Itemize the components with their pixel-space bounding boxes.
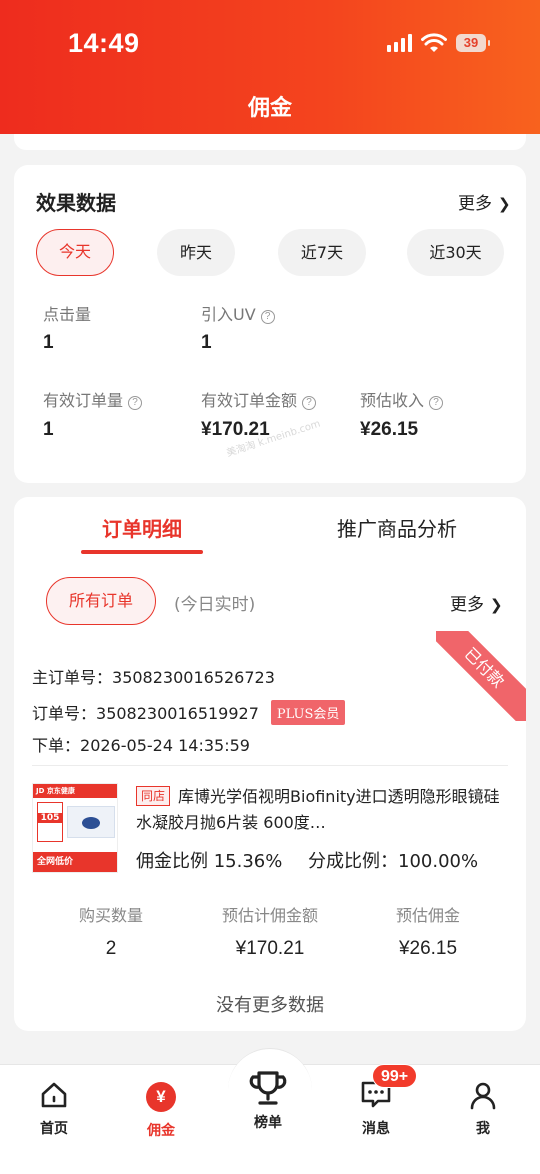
realtime-note: (今日实时) [174,595,256,615]
orders-more-label: 更多 [450,595,484,615]
battery-icon: 39 [456,34,490,52]
nav-me[interactable]: 我 [443,1080,523,1138]
chevron-right-icon: ❯ [498,195,511,213]
nav-label-home: 首页 [40,1121,68,1137]
tab-underline [81,550,203,554]
nav-commission[interactable]: ¥ 佣金 [121,1080,201,1140]
stat-value-quantity: 2 [105,938,117,959]
metric-value-uv: 1 [201,332,212,353]
metric-value-orders: 1 [43,419,54,440]
effect-more-link[interactable]: 更多 ❯ [458,189,511,214]
metric-label-income: 预估收入? [360,387,444,411]
metric-label-orders: 有效订单量? [43,387,143,411]
store-tag: 同店 [136,786,171,806]
chip-30days[interactable]: 近30天 [407,229,504,276]
placed-row: 下单：2026-05-24 14:35:59 [32,732,250,756]
help-icon[interactable]: ? [128,396,143,410]
thumb-price-box: 105 [37,802,63,842]
order-number: 3508230016519927 [96,704,259,723]
trophy-icon [249,1071,287,1105]
help-icon[interactable]: ? [260,310,275,324]
nav-label-commission: 佣金 [147,1123,175,1139]
orders-more-link[interactable]: 更多 ❯ [450,590,503,615]
commission-rate: 佣金比例 15.36% [136,851,283,872]
placed-time: 2026-05-24 14:35:59 [80,736,250,755]
unread-badge: 99+ [372,1064,418,1088]
product-thumbnail[interactable]: JD 京东健康 105 全网低价 [32,783,118,873]
main-order-row: 主订单号：3508230016526723 [32,664,275,688]
chip-7days[interactable]: 近7天 [278,229,366,276]
nav-messages[interactable]: 消息 [336,1080,416,1138]
plus-member-badge: PLUS会员 [270,700,346,725]
help-icon[interactable]: ? [429,396,444,410]
thumb-slogan: 全网低价 [33,852,117,872]
help-icon[interactable]: ? [302,396,317,410]
nav-home[interactable]: 首页 [14,1080,94,1138]
stat-value-base-amount: ¥170.21 [235,938,305,959]
nav-label-messages: 消息 [362,1121,390,1137]
nav-ranking[interactable]: 榜单 [228,1068,308,1132]
status-ribbon-label: 已付款 [436,631,526,721]
chevron-right-icon: ❯ [490,596,503,614]
filter-all-orders[interactable]: 所有订单 [46,577,156,625]
thumb-brand: JD 京东健康 [33,784,117,798]
metric-label-order-amount: 有效订单金额? [201,387,317,411]
nav-label-ranking: 榜单 [254,1115,282,1131]
stat-label-commission: 预估佣金 [395,906,460,925]
product-name: 库博光学佰视明Biofinity进口透明隐形眼镜硅水凝胶月抛6片装 600度… [136,787,500,832]
stat-label-base-amount: 预估计佣金额 [221,906,318,925]
effect-more-label: 更多 [458,194,492,214]
metric-value-income: ¥26.15 [360,419,419,440]
orders-card: 订单明细 推广商品分析 所有订单 (今日实时) 更多 ❯ 已付款 主订单号：350… [14,497,526,1031]
status-time: 14:49 [68,28,140,58]
metric-label-uv: 引入UV? [201,301,275,325]
previous-card-bottom [14,134,526,150]
order-label: 订单号： [32,704,97,723]
stat-value-commission: ¥26.15 [398,938,458,959]
main-order-label: 主订单号： [32,668,113,687]
main-order-number: 3508230016526723 [112,668,275,687]
stat-label-quantity: 购买数量 [78,906,143,925]
chip-today[interactable]: 今天 [36,229,114,276]
thumb-number: 105 [38,813,62,823]
user-icon [470,1082,496,1110]
yen-icon: ¥ [146,1082,176,1112]
metric-value-clicks: 1 [43,332,54,353]
effect-data-card: 效果数据 更多 ❯ 今天 昨天 近7天 近30天 点击量 1 引入UV? 1 有效… [14,165,526,483]
no-more-data: 没有更多数据 [216,995,324,1016]
product-title[interactable]: 同店 库博光学佰视明Biofinity进口透明隐形眼镜硅水凝胶月抛6片装 600度… [136,784,508,836]
order-row: 订单号：3508230016519927 PLUS会员 [32,700,346,725]
metric-label-clicks: 点击量 [43,305,92,324]
status-ribbon: 已付款 [436,631,526,721]
chip-yesterday[interactable]: 昨天 [157,229,235,276]
cellular-signal-icon [387,34,413,52]
wifi-icon [421,33,447,52]
share-rate: 分成比例：100.00% [308,851,479,872]
header: 14:49 39 佣金 [0,0,540,134]
placed-label: 下单： [32,736,81,755]
effect-data-title: 效果数据 [36,191,116,215]
tab-order-details[interactable]: 订单明细 [102,513,182,542]
page-title: 佣金 [247,96,292,121]
tab-product-analysis[interactable]: 推广商品分析 [337,513,457,542]
lens-package-image [67,806,115,838]
divider [32,765,508,766]
nav-label-me: 我 [476,1121,490,1137]
home-icon [41,1082,67,1108]
